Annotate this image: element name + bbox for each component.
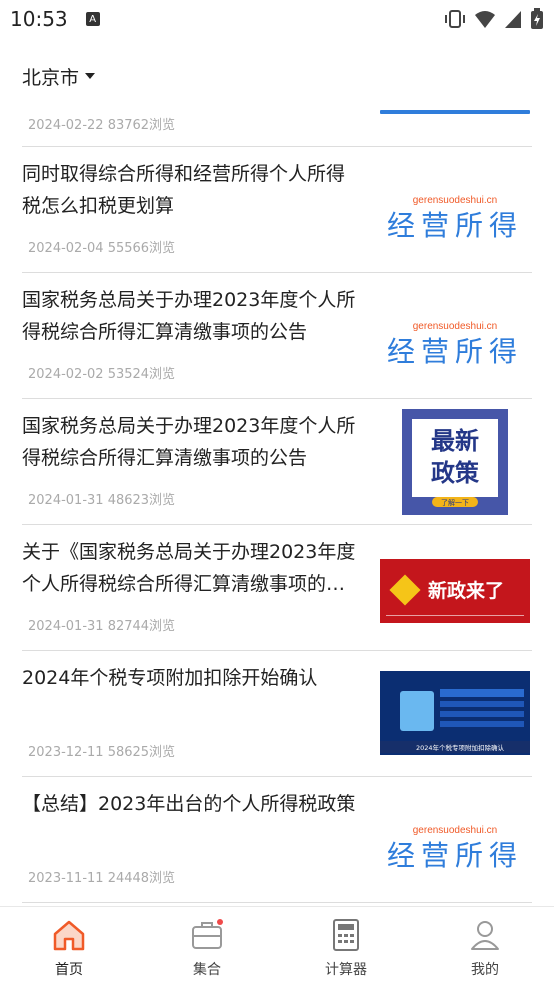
tab-home[interactable]: 首页 <box>0 907 138 984</box>
status-time: 10:53 <box>10 7 68 31</box>
notification-icon: A <box>85 12 100 26</box>
item-views: 55566浏览 <box>107 241 176 256</box>
item-views: 48623浏览 <box>107 493 176 508</box>
signal-icon <box>505 11 521 28</box>
list-item[interactable]: 关于《国家税务总局关于办理2023年度个人所得税综合所得汇算清缴事项的公告》的解… <box>22 525 532 651</box>
news-title: 2024年个税专项附加扣除开始确认 <box>22 667 318 689</box>
battery-icon <box>531 8 543 29</box>
user-icon <box>467 917 503 953</box>
item-meta: 2023-12-11 58625浏览 <box>28 741 175 760</box>
thumb-title-text: 经营所得 <box>387 335 523 368</box>
news-title: 【总结】2023年出台的个人所得税政策 <box>22 793 356 815</box>
wifi-icon <box>475 11 495 28</box>
tab-label: 我的 <box>471 962 499 978</box>
status-bar: 10:53 A <box>0 0 554 38</box>
bottom-tab-bar: 首页 集合 计算器 我的 <box>0 906 554 984</box>
thumbnail-image: 最新 政策 了解一下 <box>380 409 530 515</box>
item-meta: 2024-02-02 53524浏览 <box>28 363 175 382</box>
location-selector[interactable]: 北京市 <box>22 60 96 92</box>
thumbnail-image: gerensuodeshui.cn 经营所得 <box>380 173 530 253</box>
tab-calculator[interactable]: 计算器 <box>277 907 415 984</box>
vibrate-icon <box>445 10 465 28</box>
item-views: 58625浏览 <box>107 745 176 760</box>
status-icons <box>444 8 544 30</box>
list-item[interactable]: 【总结】2023年出台的个人所得税政策 2023-11-11 24448浏览 g… <box>22 777 532 903</box>
news-title: 国家税务总局关于办理2023年度个人所得税综合所得汇算清缴事项的公告 <box>22 415 356 469</box>
tab-label: 计算器 <box>325 962 367 978</box>
caret-down-icon <box>85 73 96 79</box>
thumb-title-text: 政策 <box>431 459 480 487</box>
item-date: 2023-11-11 <box>28 871 104 886</box>
list-item[interactable]: 国家税务总局关于办理2023年度个人所得税综合所得汇算清缴事项的公告 2024-… <box>22 273 532 399</box>
item-date: 2024-02-02 <box>28 367 104 382</box>
thumbnail-image: 新政来了 <box>380 551 530 631</box>
thumb-caption-text: 2024年个税专项附加扣除确认 <box>416 743 505 752</box>
list-item[interactable]: 2024年个税专项附加扣除开始确认 2023-12-11 58625浏览 202… <box>22 651 532 777</box>
thumb-site-text: gerensuodeshui.cn <box>413 321 498 332</box>
item-date: 2024-01-31 <box>28 619 104 634</box>
thumbnail-image: 2024年个税专项附加扣除确认 <box>380 671 530 755</box>
thumb-title-text: 新政来了 <box>428 579 504 602</box>
thumb-site-text: gerensuodeshui.cn <box>413 825 498 836</box>
home-icon <box>51 917 87 953</box>
list-item[interactable]: 同时取得综合所得和经营所得个人所得税怎么扣税更划算 2024-02-04 555… <box>22 147 532 273</box>
briefcase-icon <box>189 917 225 953</box>
item-views: 53524浏览 <box>107 367 176 382</box>
item-meta: 2024-01-31 48623浏览 <box>28 489 175 508</box>
item-meta: 2024-02-22 83762浏览 <box>28 118 176 133</box>
thumbnail-partial <box>380 110 530 114</box>
tab-collection[interactable]: 集合 <box>138 907 276 984</box>
thumbnail-image: gerensuodeshui.cn 经营所得 <box>380 803 530 883</box>
thumb-title-text: 最新 <box>431 427 479 455</box>
thumb-title-text: 经营所得 <box>387 839 523 872</box>
thumbnail-image: gerensuodeshui.cn 经营所得 <box>380 299 530 379</box>
location-label: 北京市 <box>22 66 80 89</box>
calculator-icon <box>328 917 364 953</box>
item-date: 2024-02-04 <box>28 241 104 256</box>
thumb-site-text: gerensuodeshui.cn <box>413 195 498 206</box>
item-meta: 2023-11-11 24448浏览 <box>28 867 175 886</box>
item-date: 2024-01-31 <box>28 493 104 508</box>
tab-label: 集合 <box>193 962 221 978</box>
item-views: 82744浏览 <box>107 619 176 634</box>
item-meta: 2024-01-31 82744浏览 <box>28 615 175 634</box>
news-title: 同时取得综合所得和经营所得个人所得税怎么扣税更划算 <box>22 163 346 217</box>
list-item[interactable]: 国家税务总局关于办理2023年度个人所得税综合所得汇算清缴事项的公告 2024-… <box>22 399 532 525</box>
thumb-footer-text: 了解一下 <box>441 498 469 507</box>
thumb-title-text: 经营所得 <box>387 209 523 242</box>
news-feed: 2024-02-22 83762浏览 同时取得综合所得和经营所得个人所得税怎么扣… <box>22 100 532 903</box>
tab-profile[interactable]: 我的 <box>416 907 554 984</box>
badge-dot <box>217 919 223 925</box>
news-title: 国家税务总局关于办理2023年度个人所得税综合所得汇算清缴事项的公告 <box>22 289 356 343</box>
news-title: 关于《国家税务总局关于办理2023年度个人所得税综合所得汇算清缴事项的公告》的解… <box>22 541 356 595</box>
item-meta: 2024-02-04 55566浏览 <box>28 237 175 256</box>
tab-label: 首页 <box>55 962 83 978</box>
list-item[interactable]: 2024-02-22 83762浏览 <box>22 100 532 147</box>
item-date: 2023-12-11 <box>28 745 104 760</box>
item-views: 24448浏览 <box>107 871 176 886</box>
